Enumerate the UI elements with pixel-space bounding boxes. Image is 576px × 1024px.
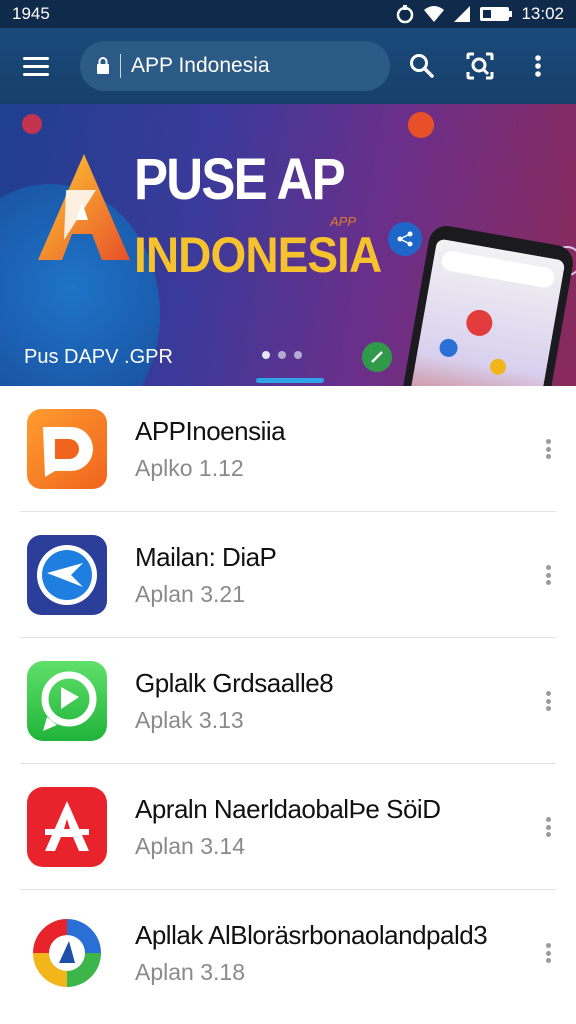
carousel-dot[interactable]	[294, 351, 302, 359]
notification-icon	[395, 4, 415, 24]
list-item[interactable]: Apllak AlBloräsrbonaolandpald3 Aplan 3.1…	[0, 890, 576, 1016]
app-bar: APP Indonesia	[0, 28, 576, 104]
signal-icon	[453, 5, 471, 23]
banner-title-line2: INDONESIA	[134, 227, 382, 283]
wifi-icon	[423, 5, 445, 23]
list-item[interactable]: Gplalk Grdsaalle8 Aplak 3.13	[0, 638, 576, 764]
status-time-right: 13:02	[521, 4, 564, 23]
floating-app-icon	[22, 114, 42, 134]
app-version: Aplan 3.14	[135, 833, 245, 859]
camera-search-icon[interactable]	[454, 40, 506, 92]
battery-icon	[479, 5, 513, 23]
app-indonesia-d-icon	[25, 407, 109, 491]
status-bar: 1945 13:02	[0, 0, 576, 28]
banner-caption: Pus DAPV .GPR	[24, 346, 173, 368]
app-version: Aplan 3.18	[135, 959, 245, 985]
app-list: APPInoensiia Aplko 1.12 Mailan: DiaP Apl…	[0, 386, 576, 1016]
carousel-dots	[262, 351, 302, 359]
floating-check-icon	[362, 342, 392, 372]
list-item-text: APPInoensiia Aplko 1.12	[135, 416, 286, 482]
lock-icon	[96, 57, 110, 75]
search-icon[interactable]	[396, 40, 448, 92]
list-item[interactable]: Mailan: DiaP Aplan 3.21	[0, 512, 576, 638]
multicolor-pinwheel-icon	[25, 911, 109, 995]
status-time-left: 1945	[12, 4, 50, 23]
list-item-text: Apraln NaerldaobalÞe SöiD Aplan 3.14	[135, 794, 441, 860]
floating-share-icon	[388, 222, 422, 256]
more-vertical-icon[interactable]	[512, 40, 564, 92]
more-vertical-icon[interactable]	[542, 436, 554, 462]
whatsapp-style-chat-icon	[25, 659, 109, 743]
app-indonesia-logo-icon	[36, 150, 132, 275]
app-title: Gplalk Grdsaalle8	[135, 668, 334, 698]
app-title: Apraln NaerldaobalÞe SöiD	[135, 794, 441, 824]
list-item-text: Mailan: DiaP Aplan 3.21	[135, 542, 277, 608]
more-vertical-icon[interactable]	[542, 562, 554, 588]
carousel-dot[interactable]	[262, 351, 270, 359]
promo-banner[interactable]: PUSE AP APP INDONESIA Pus DAPV .GPR	[0, 104, 576, 386]
carousel-dot[interactable]	[278, 351, 286, 359]
search-bar[interactable]: APP Indonesia	[80, 41, 390, 91]
more-vertical-icon[interactable]	[542, 688, 554, 714]
more-vertical-icon[interactable]	[542, 940, 554, 966]
status-icons: 13:02	[395, 4, 564, 24]
search-text: APP Indonesia	[131, 54, 270, 77]
app-title: APPInoensiia	[135, 416, 286, 446]
list-item[interactable]: APPInoensiia Aplko 1.12	[0, 386, 576, 512]
app-version: Aplko 1.12	[135, 455, 244, 481]
search-separator	[120, 54, 121, 78]
list-item[interactable]: Apraln NaerldaobalÞe SöiD Aplan 3.14	[0, 764, 576, 890]
banner-title-line1: PUSE AP	[134, 147, 346, 212]
floating-app-icon	[408, 112, 434, 138]
app-version: Aplak 3.13	[135, 707, 244, 733]
app-bar-actions	[396, 40, 564, 92]
red-a-app-icon	[25, 785, 109, 869]
more-vertical-icon[interactable]	[542, 814, 554, 840]
list-item-text: Gplalk Grdsaalle8 Aplak 3.13	[135, 668, 334, 734]
app-title: Apllak AlBloräsrbonaolandpald3	[135, 920, 488, 950]
app-version: Aplan 3.21	[135, 581, 245, 607]
airplane-icon	[25, 533, 109, 617]
hamburger-menu-icon[interactable]	[12, 42, 60, 90]
tab-indicator	[256, 378, 324, 383]
list-item-text: Apllak AlBloräsrbonaolandpald3 Aplan 3.1…	[135, 920, 488, 986]
app-title: Mailan: DiaP	[135, 542, 277, 572]
